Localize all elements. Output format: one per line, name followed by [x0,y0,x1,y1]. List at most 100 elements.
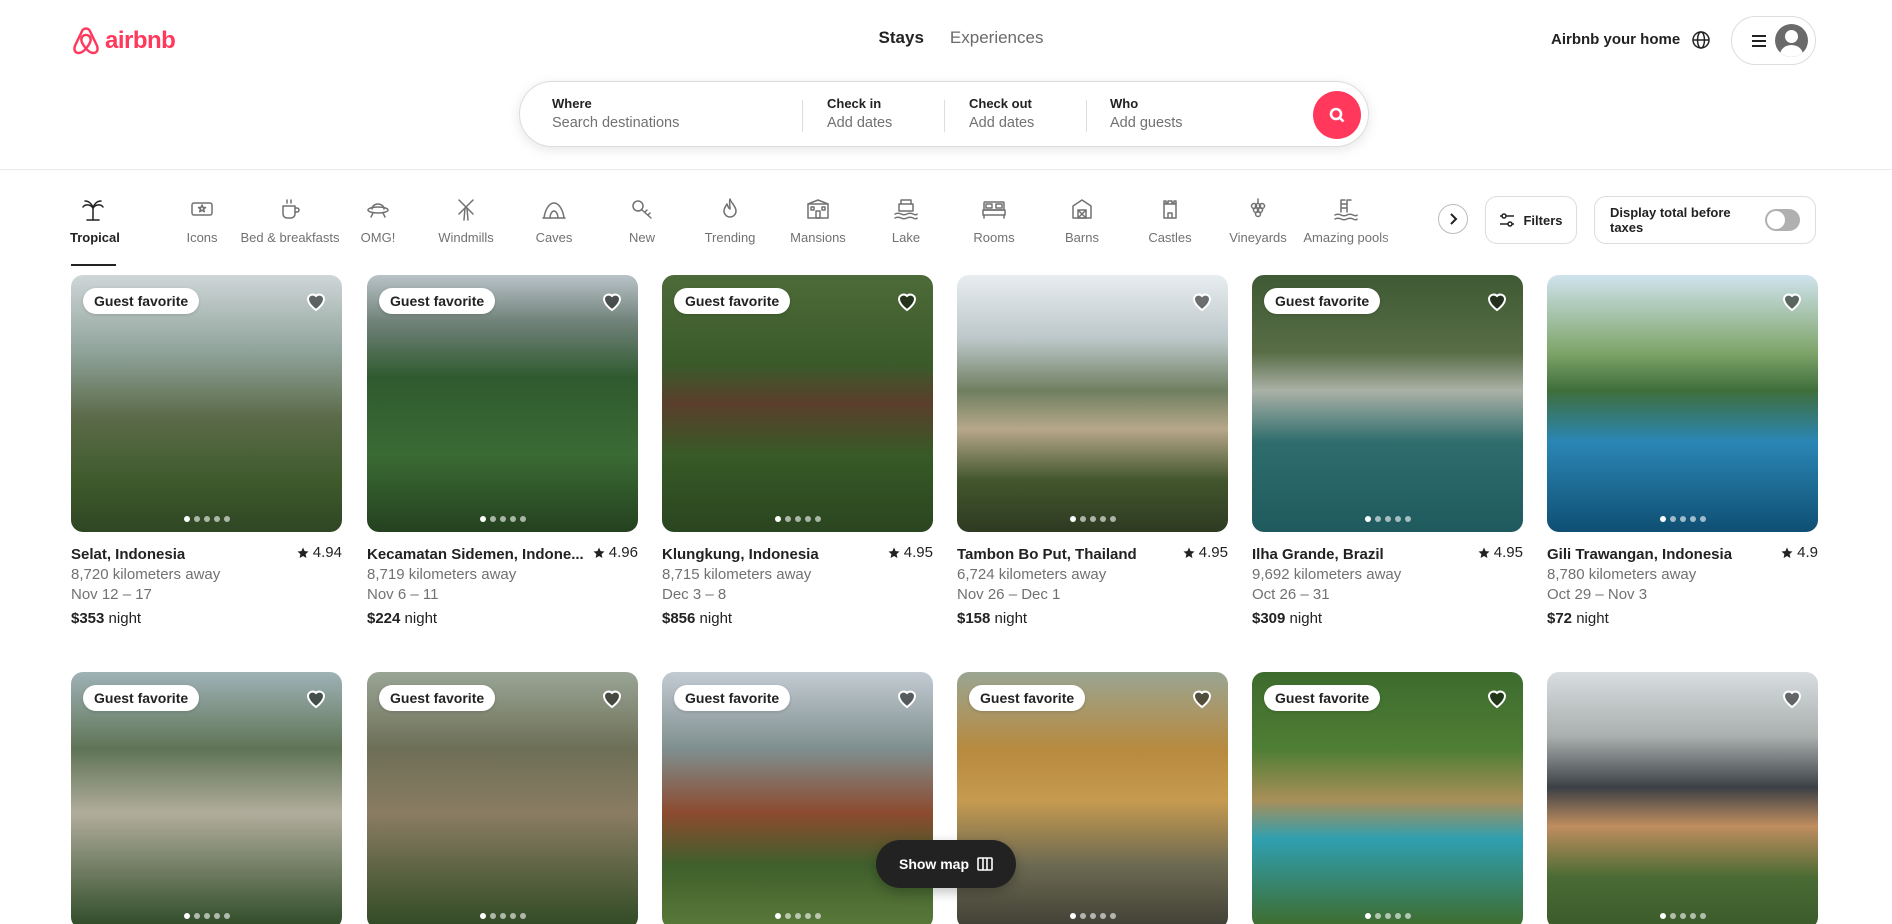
carousel-dots[interactable] [662,913,933,919]
carousel-dots[interactable] [71,913,342,919]
heart-icon[interactable] [304,686,328,710]
category-label: Barns [1065,230,1099,245]
price-amount: $353 [71,609,105,627]
filters-button[interactable]: Filters [1485,196,1577,244]
where-field[interactable]: Where Search destinations [552,96,679,131]
listing-photo[interactable]: Guest favorite [367,275,638,532]
tab-experiences[interactable]: Experiences [950,28,1044,48]
category-label: New [628,230,655,245]
category-trending[interactable]: Trending [686,196,774,260]
heart-icon[interactable] [895,289,919,313]
listing-card[interactable]: Guest favorite Ilha Grande, Brazil 4.95 9,6… [1252,275,1523,627]
listing-card[interactable]: Guest favorite [71,672,342,924]
listing-card[interactable]: Tambon Bo Put, Thailand 4.95 6,724 kilomet… [957,275,1228,627]
show-map-button[interactable]: Show map [876,840,1016,888]
listing-card[interactable]: Guest favorite Selat, Indonesia 4.94 8,720 … [71,275,342,627]
category-amazing-pools[interactable]: Amazing pools [1302,196,1390,260]
category-castles[interactable]: Castles [1126,196,1214,260]
heart-icon[interactable] [1485,289,1509,313]
listing-photo[interactable]: Guest favorite [1252,672,1523,924]
listing-price: $72 night [1547,610,1818,627]
category-next-button[interactable] [1438,204,1468,234]
category-fade [1380,190,1436,260]
host-link[interactable]: Airbnb your home [1551,31,1680,48]
listing-distance: 6,724 kilometers away [957,565,1107,583]
price-unit: night [108,609,142,627]
category-omg[interactable]: OMG! [334,196,422,260]
category-lake[interactable]: Lake [862,196,950,260]
category-bed-breakfasts[interactable]: Bed & breakfasts [241,196,340,260]
carousel-dot [509,516,516,522]
heart-icon[interactable] [1485,686,1509,710]
check-in-label: Check in [827,96,882,111]
heart-icon[interactable] [600,289,624,313]
carousel-dots[interactable] [367,516,638,522]
rating-value: 4.95 [1493,544,1523,561]
listing-card[interactable]: Guest favorite [1252,672,1523,924]
category-tropical[interactable]: Tropical [70,196,158,266]
category-new[interactable]: New [598,196,686,260]
listing-card[interactable]: Guest favorite Kecamatan Sidemen, Indone.… [367,275,638,627]
carousel-dots[interactable] [957,516,1228,522]
category-windmills[interactable]: Windmills [422,196,510,260]
logo[interactable]: airbnb [71,25,176,57]
carousel-dot [1079,913,1086,919]
globe-icon[interactable] [1691,30,1711,50]
heart-icon[interactable] [1780,686,1804,710]
mansion-icon [807,199,829,219]
heart-icon[interactable] [1780,289,1804,313]
carousel-dot [1699,516,1706,522]
carousel-dots[interactable] [957,913,1228,919]
listing-card[interactable] [1547,672,1818,924]
rating-value: 4.94 [312,544,342,561]
listing-photo[interactable] [1547,672,1818,924]
category-caves[interactable]: Caves [510,196,598,260]
user-menu-button[interactable] [1731,16,1816,65]
rating-value: 4.95 [903,544,933,561]
who-field[interactable]: Who Add guests [1110,96,1183,131]
carousel-dots[interactable] [367,913,638,919]
listing-rating: 4.94 [297,544,342,561]
heart-icon[interactable] [1190,686,1214,710]
heart-icon[interactable] [1190,289,1214,313]
carousel-dots[interactable] [71,516,342,522]
header: airbnb Stays Experiences Airbnb your hom… [0,0,1892,170]
tab-stays[interactable]: Stays [879,28,924,48]
carousel-dots[interactable] [662,516,933,522]
listing-photo[interactable] [1547,275,1818,532]
listing-price: $224 night [367,610,638,627]
listing-photo[interactable]: Guest favorite [1252,275,1523,532]
star-icon [593,547,605,558]
who-placeholder: Add guests [1110,115,1183,131]
listing-photo[interactable]: Guest favorite [662,275,933,532]
category-label: Windmills [438,230,494,245]
carousel-dot [479,913,486,919]
listing-card[interactable]: Gili Trawangan, Indonesia 4.9 8,780 kilome… [1547,275,1818,627]
heart-icon[interactable] [600,686,624,710]
listing-photo[interactable]: Guest favorite [71,275,342,532]
listing-card[interactable]: Guest favorite [367,672,638,924]
listing-photo[interactable] [957,275,1228,532]
carousel-dots[interactable] [1252,516,1523,522]
heart-icon[interactable] [304,289,328,313]
carousel-dots[interactable] [1252,913,1523,919]
listing-photo[interactable]: Guest favorite [367,672,638,924]
tax-toggle-switch[interactable] [1764,209,1800,231]
category-barns[interactable]: Barns [1038,196,1126,260]
category-mansions[interactable]: Mansions [774,196,862,260]
heart-icon[interactable] [895,686,919,710]
carousel-dots[interactable] [1547,913,1818,919]
carousel-dot [1679,516,1686,522]
category-icons[interactable]: Icons [158,196,246,260]
listing-card[interactable]: Guest favorite Klungkung, Indonesia 4.95 8,… [662,275,933,627]
check-out-field[interactable]: Check out Add dates [969,96,1034,131]
carousel-dots[interactable] [1547,516,1818,522]
search-button[interactable] [1313,91,1361,139]
cave-icon [542,202,566,219]
carousel-dot [794,913,801,919]
check-in-field[interactable]: Check in Add dates [827,96,892,131]
listing-photo[interactable]: Guest favorite [71,672,342,924]
listing-rating: 4.9 [1781,544,1818,561]
category-vineyards[interactable]: Vineyards [1214,196,1302,260]
category-rooms[interactable]: Rooms [950,196,1038,260]
